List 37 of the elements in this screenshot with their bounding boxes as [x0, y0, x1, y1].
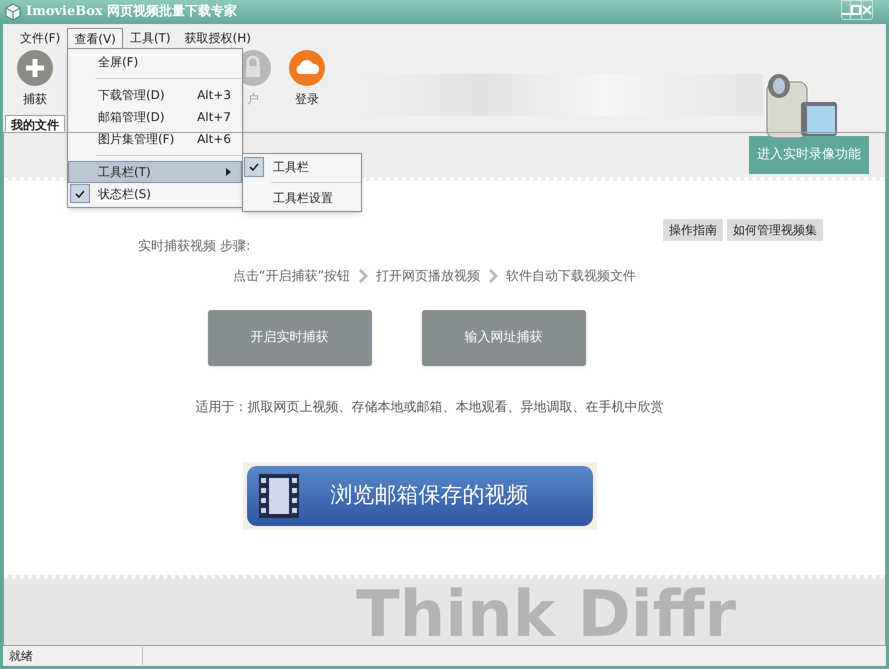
plus-icon: [17, 50, 53, 86]
tab[interactable]: 我的文件: [5, 115, 65, 132]
menu-entry[interactable]: 邮箱管理(D) Alt+7: [68, 106, 242, 128]
minimize-icon: [842, 13, 850, 15]
browse-button[interactable]: 浏览邮箱保存的视频: [242, 462, 596, 530]
usage-text: 适用于：抓取网页上视频、存储本地或邮箱、本地观看、异地调取、在手机中欣赏: [194, 399, 664, 417]
menu-item[interactable]: 获取授权(H): [178, 28, 258, 48]
chevron-icon: [488, 269, 498, 284]
toolbar-button[interactable]: 登录: [285, 50, 329, 108]
steps-title: 实时捕获视频 步骤:: [138, 238, 252, 256]
cube-icon: [4, 3, 22, 21]
step-text: 点击“开启捕获”按钮: [232, 268, 350, 286]
menu-item[interactable]: 查看(V): [67, 28, 123, 48]
film-icon: [258, 474, 298, 518]
maximize-icon: [851, 5, 861, 15]
menu-entry[interactable]: 状态栏(S): [68, 183, 242, 205]
close-button[interactable]: [861, 1, 872, 19]
maximize-button[interactable]: [850, 1, 861, 19]
submenu-arrow-icon: [226, 168, 231, 176]
menu-item[interactable]: 文件(F): [13, 28, 68, 48]
menu-entry[interactable]: 工具栏: [243, 156, 361, 178]
help-button[interactable]: 操作指南: [663, 219, 723, 241]
menu-entry[interactable]: 工具栏(T): [68, 161, 242, 183]
window-title: ImovieBox 网页视频批量下载专家: [26, 2, 238, 22]
cloud-icon: [289, 50, 325, 86]
status-text: 就绪: [3, 647, 143, 665]
menu-item[interactable]: 工具(T): [122, 28, 178, 48]
chevron-icon: [358, 269, 368, 284]
close-icon: [862, 5, 872, 15]
help-button[interactable]: 如何管理视频集: [727, 219, 823, 241]
menu-entry[interactable]: 全屏(F): [68, 51, 242, 73]
menu-entry[interactable]: 下载管理(D) Alt+3: [68, 84, 242, 106]
toolbar-button[interactable]: 捕获: [13, 50, 57, 108]
step-text: 软件自动下载视频文件: [506, 268, 636, 286]
step-text: 打开网页播放视频: [376, 268, 480, 286]
menu-entry[interactable]: 图片集管理(F) Alt+6: [68, 128, 242, 150]
menu-entry[interactable]: 工具栏设置: [243, 187, 361, 209]
